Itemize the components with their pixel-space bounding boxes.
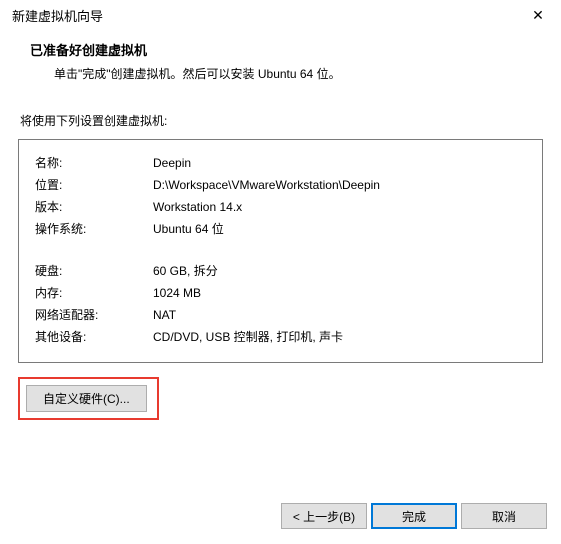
row-label: 位置: bbox=[35, 174, 153, 196]
row-value: D:\Workspace\VMwareWorkstation\Deepin bbox=[153, 174, 526, 196]
settings-summary-box: 名称: Deepin 位置: D:\Workspace\VMwareWorkst… bbox=[18, 139, 543, 363]
row-label: 版本: bbox=[35, 196, 153, 218]
row-value: Workstation 14.x bbox=[153, 196, 526, 218]
summary-row: 网络适配器: NAT bbox=[35, 304, 526, 326]
summary-row: 其他设备: CD/DVD, USB 控制器, 打印机, 声卡 bbox=[35, 326, 526, 348]
customize-hardware-button[interactable]: 自定义硬件(C)... bbox=[26, 385, 147, 412]
summary-row: 名称: Deepin bbox=[35, 152, 526, 174]
header-subheading: 单击"完成"创建虚拟机。然后可以安装 Ubuntu 64 位。 bbox=[30, 65, 531, 82]
wizard-footer: < 上一步(B) 完成 取消 bbox=[0, 488, 561, 544]
row-value: Ubuntu 64 位 bbox=[153, 218, 526, 240]
header-heading: 已准备好创建虚拟机 bbox=[30, 40, 531, 59]
row-label: 名称: bbox=[35, 152, 153, 174]
wizard-body: 将使用下列设置创建虚拟机: 名称: Deepin 位置: D:\Workspac… bbox=[0, 112, 561, 420]
cancel-button[interactable]: 取消 bbox=[461, 503, 547, 529]
summary-row: 版本: Workstation 14.x bbox=[35, 196, 526, 218]
row-value: CD/DVD, USB 控制器, 打印机, 声卡 bbox=[153, 326, 526, 348]
row-label: 网络适配器: bbox=[35, 304, 153, 326]
window-title: 新建虚拟机向导 bbox=[12, 6, 103, 25]
close-button[interactable]: ✕ bbox=[515, 0, 561, 30]
row-value: Deepin bbox=[153, 152, 526, 174]
back-button[interactable]: < 上一步(B) bbox=[281, 503, 367, 529]
row-value: NAT bbox=[153, 304, 526, 326]
row-value: 1024 MB bbox=[153, 282, 526, 304]
row-value: 60 GB, 拆分 bbox=[153, 260, 526, 282]
titlebar: 新建虚拟机向导 ✕ bbox=[0, 0, 561, 30]
customize-hardware-highlight: 自定义硬件(C)... bbox=[18, 377, 159, 420]
close-icon: ✕ bbox=[532, 7, 544, 24]
wizard-header: 已准备好创建虚拟机 单击"完成"创建虚拟机。然后可以安装 Ubuntu 64 位… bbox=[0, 30, 561, 100]
row-label: 其他设备: bbox=[35, 326, 153, 348]
summary-row: 操作系统: Ubuntu 64 位 bbox=[35, 218, 526, 240]
settings-intro-label: 将使用下列设置创建虚拟机: bbox=[20, 112, 543, 129]
row-label: 内存: bbox=[35, 282, 153, 304]
summary-row: 硬盘: 60 GB, 拆分 bbox=[35, 260, 526, 282]
summary-row: 位置: D:\Workspace\VMwareWorkstation\Deepi… bbox=[35, 174, 526, 196]
row-label: 操作系统: bbox=[35, 218, 153, 240]
row-label: 硬盘: bbox=[35, 260, 153, 282]
summary-row: 内存: 1024 MB bbox=[35, 282, 526, 304]
finish-button[interactable]: 完成 bbox=[371, 503, 457, 529]
